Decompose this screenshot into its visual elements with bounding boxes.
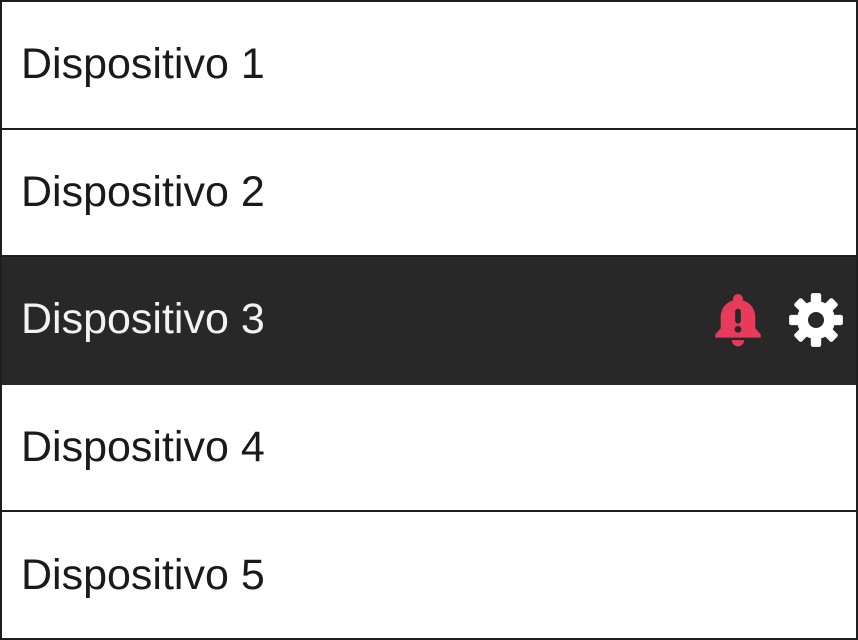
device-label: Dispositivo 2 (21, 167, 265, 216)
device-row-1[interactable]: Dispositivo 1 (2, 2, 856, 128)
bell-exclamation-icon[interactable] (706, 288, 770, 352)
device-label: Dispositivo 3 (21, 295, 265, 344)
device-label: Dispositivo 5 (21, 550, 265, 599)
device-row-3[interactable]: Dispositivo 3 (2, 255, 856, 383)
device-row-2[interactable]: Dispositivo 2 (2, 127, 856, 256)
device-row-4[interactable]: Dispositivo 4 (2, 382, 856, 511)
device-row-5[interactable]: Dispositivo 5 (2, 510, 856, 638)
device-label: Dispositivo 1 (21, 40, 265, 89)
gear-icon[interactable] (784, 288, 848, 352)
device-list: Dispositivo 1 Dispositivo 2 Dispositivo … (0, 0, 858, 640)
device-label: Dispositivo 4 (21, 423, 265, 472)
row-actions (706, 288, 848, 352)
